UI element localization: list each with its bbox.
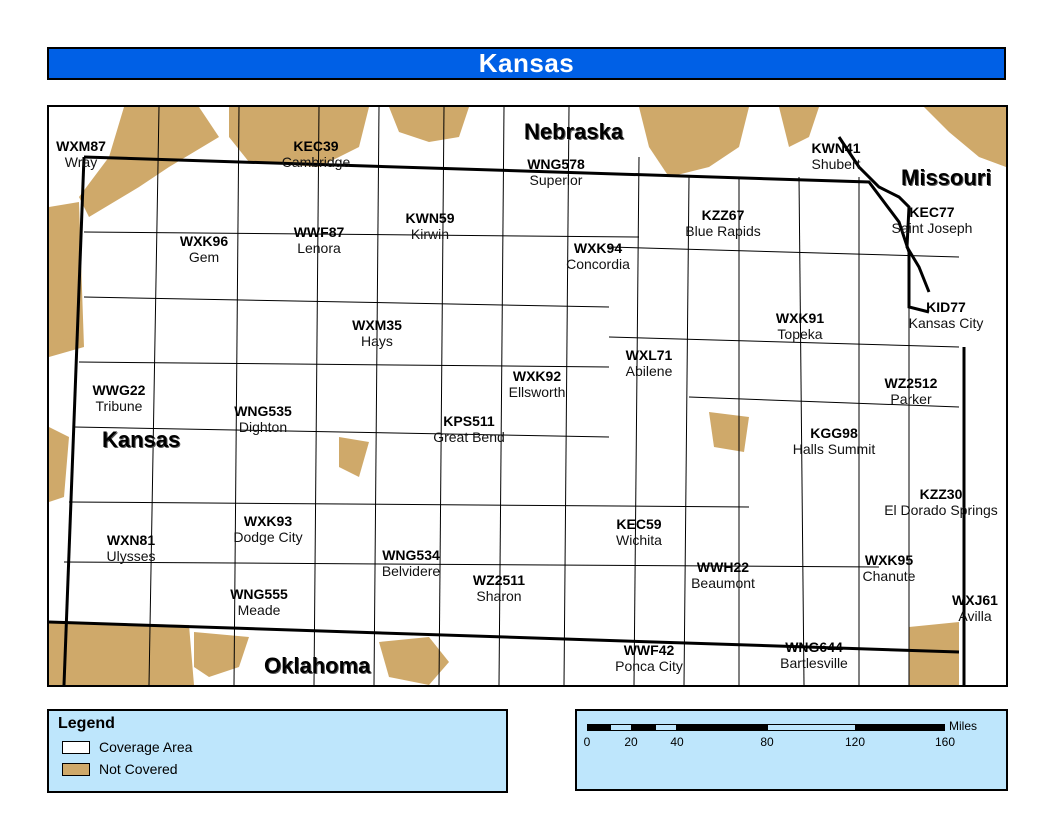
- station-label: WXK96 Gem: [179, 233, 229, 265]
- not-covered-area: [194, 632, 249, 677]
- not-covered-area: [709, 412, 749, 452]
- not-covered-area: [339, 437, 369, 477]
- scale-segment: [655, 724, 677, 731]
- legend-title: Legend: [58, 715, 115, 732]
- station-label: WXJ61 Avilla: [952, 592, 998, 624]
- scale-segment: [767, 724, 856, 731]
- station-label: WWG22 Tribune: [92, 382, 146, 414]
- station-label: WNG644 Bartlesville: [780, 639, 848, 671]
- scale-segment: [587, 724, 611, 731]
- station-label: KWN41 Shubert: [811, 140, 861, 172]
- not-covered-area: [379, 637, 449, 685]
- station-label: KWN59 Kirwin: [405, 210, 455, 242]
- station-label: KZZ67 Blue Rapids: [685, 207, 761, 239]
- station-label: WZ2512 Parker: [884, 375, 938, 407]
- not-covered-area: [49, 622, 194, 685]
- station-label: WXK95 Chanute: [862, 552, 916, 584]
- station-label: WXK91 Topeka: [775, 310, 825, 342]
- station-label: KGG98 Halls Summit: [792, 425, 876, 457]
- station-label: WWF87 Lenora: [293, 224, 345, 256]
- legend-panel: Legend Coverage Area Not Covered: [47, 709, 508, 793]
- station-label: WXK93 Dodge City: [233, 513, 303, 545]
- not-covered-area: [389, 107, 469, 142]
- map-title: Kansas: [478, 48, 575, 78]
- station-label: WXK94 Concordia: [566, 240, 630, 272]
- not-covered-area: [639, 107, 749, 177]
- legend-item-not-covered: Not Covered: [62, 761, 178, 777]
- legend-item-label: Not Covered: [99, 761, 178, 777]
- scale-segment: [632, 724, 656, 731]
- map-title-bar: Kansas: [47, 47, 1006, 80]
- legend-item-label: Coverage Area: [99, 739, 193, 755]
- scale-tick: 20: [624, 735, 638, 749]
- legend-item-coverage: Coverage Area: [62, 739, 192, 755]
- station-label: WNG534 Belvidere: [381, 547, 441, 579]
- station-label: KEC59 Wichita: [616, 516, 662, 548]
- station-label: KEC77 Saint Joseph: [891, 204, 973, 236]
- scale-tick: 160: [934, 735, 956, 749]
- not-covered-swatch: [62, 762, 90, 776]
- not-covered-area: [924, 107, 1006, 167]
- state-label-kansas: Kansas: [102, 427, 181, 452]
- station-label: WWF42 Ponca City: [615, 642, 683, 674]
- scale-unit: Miles: [949, 719, 978, 733]
- station-label: KPS511 Great Bend: [433, 413, 505, 445]
- scale-segment: [855, 724, 945, 731]
- state-label-missouri: Missouri: [901, 165, 992, 190]
- not-covered-area: [49, 282, 79, 342]
- station-label: WNG535 Dighton: [234, 403, 292, 435]
- station-label: KEC39 Cambridge: [281, 138, 351, 170]
- station-label: WNG555 Meade: [230, 586, 288, 618]
- station-label: WXM87 Wray: [56, 138, 106, 170]
- station-label: WXN81 Ulysses: [106, 532, 156, 564]
- station-label: WXL71 Abilene: [625, 347, 673, 379]
- map-frame: Nebraska Missouri Kansas Oklahoma WXM87 W…: [47, 105, 1008, 687]
- station-label: KZZ30 El Dorado Springs: [884, 486, 998, 518]
- scale-segment: [677, 724, 768, 731]
- scale-tick: 80: [760, 735, 774, 749]
- station-label: WNG578 Superior: [527, 156, 585, 188]
- station-label: WXK92 Ellsworth: [508, 368, 566, 400]
- station-label: WZ2511 Sharon: [472, 572, 526, 604]
- scale-tick: 40: [670, 735, 684, 749]
- station-label: WXM35 Hays: [352, 317, 402, 349]
- not-covered-area: [49, 427, 69, 502]
- scale-tick: 0: [583, 735, 591, 749]
- scale-tick: 120: [844, 735, 866, 749]
- coverage-swatch: [62, 740, 90, 754]
- scale-segment: [610, 724, 632, 731]
- scale-bar-panel: Miles 0 20 40 80 120 160: [575, 709, 1008, 791]
- station-label: KID77 Kansas City: [908, 299, 984, 331]
- not-covered-area: [909, 622, 959, 685]
- state-label-oklahoma: Oklahoma: [264, 653, 371, 678]
- station-label: WWH22 Beaumont: [691, 559, 755, 591]
- state-label-nebraska: Nebraska: [524, 119, 624, 144]
